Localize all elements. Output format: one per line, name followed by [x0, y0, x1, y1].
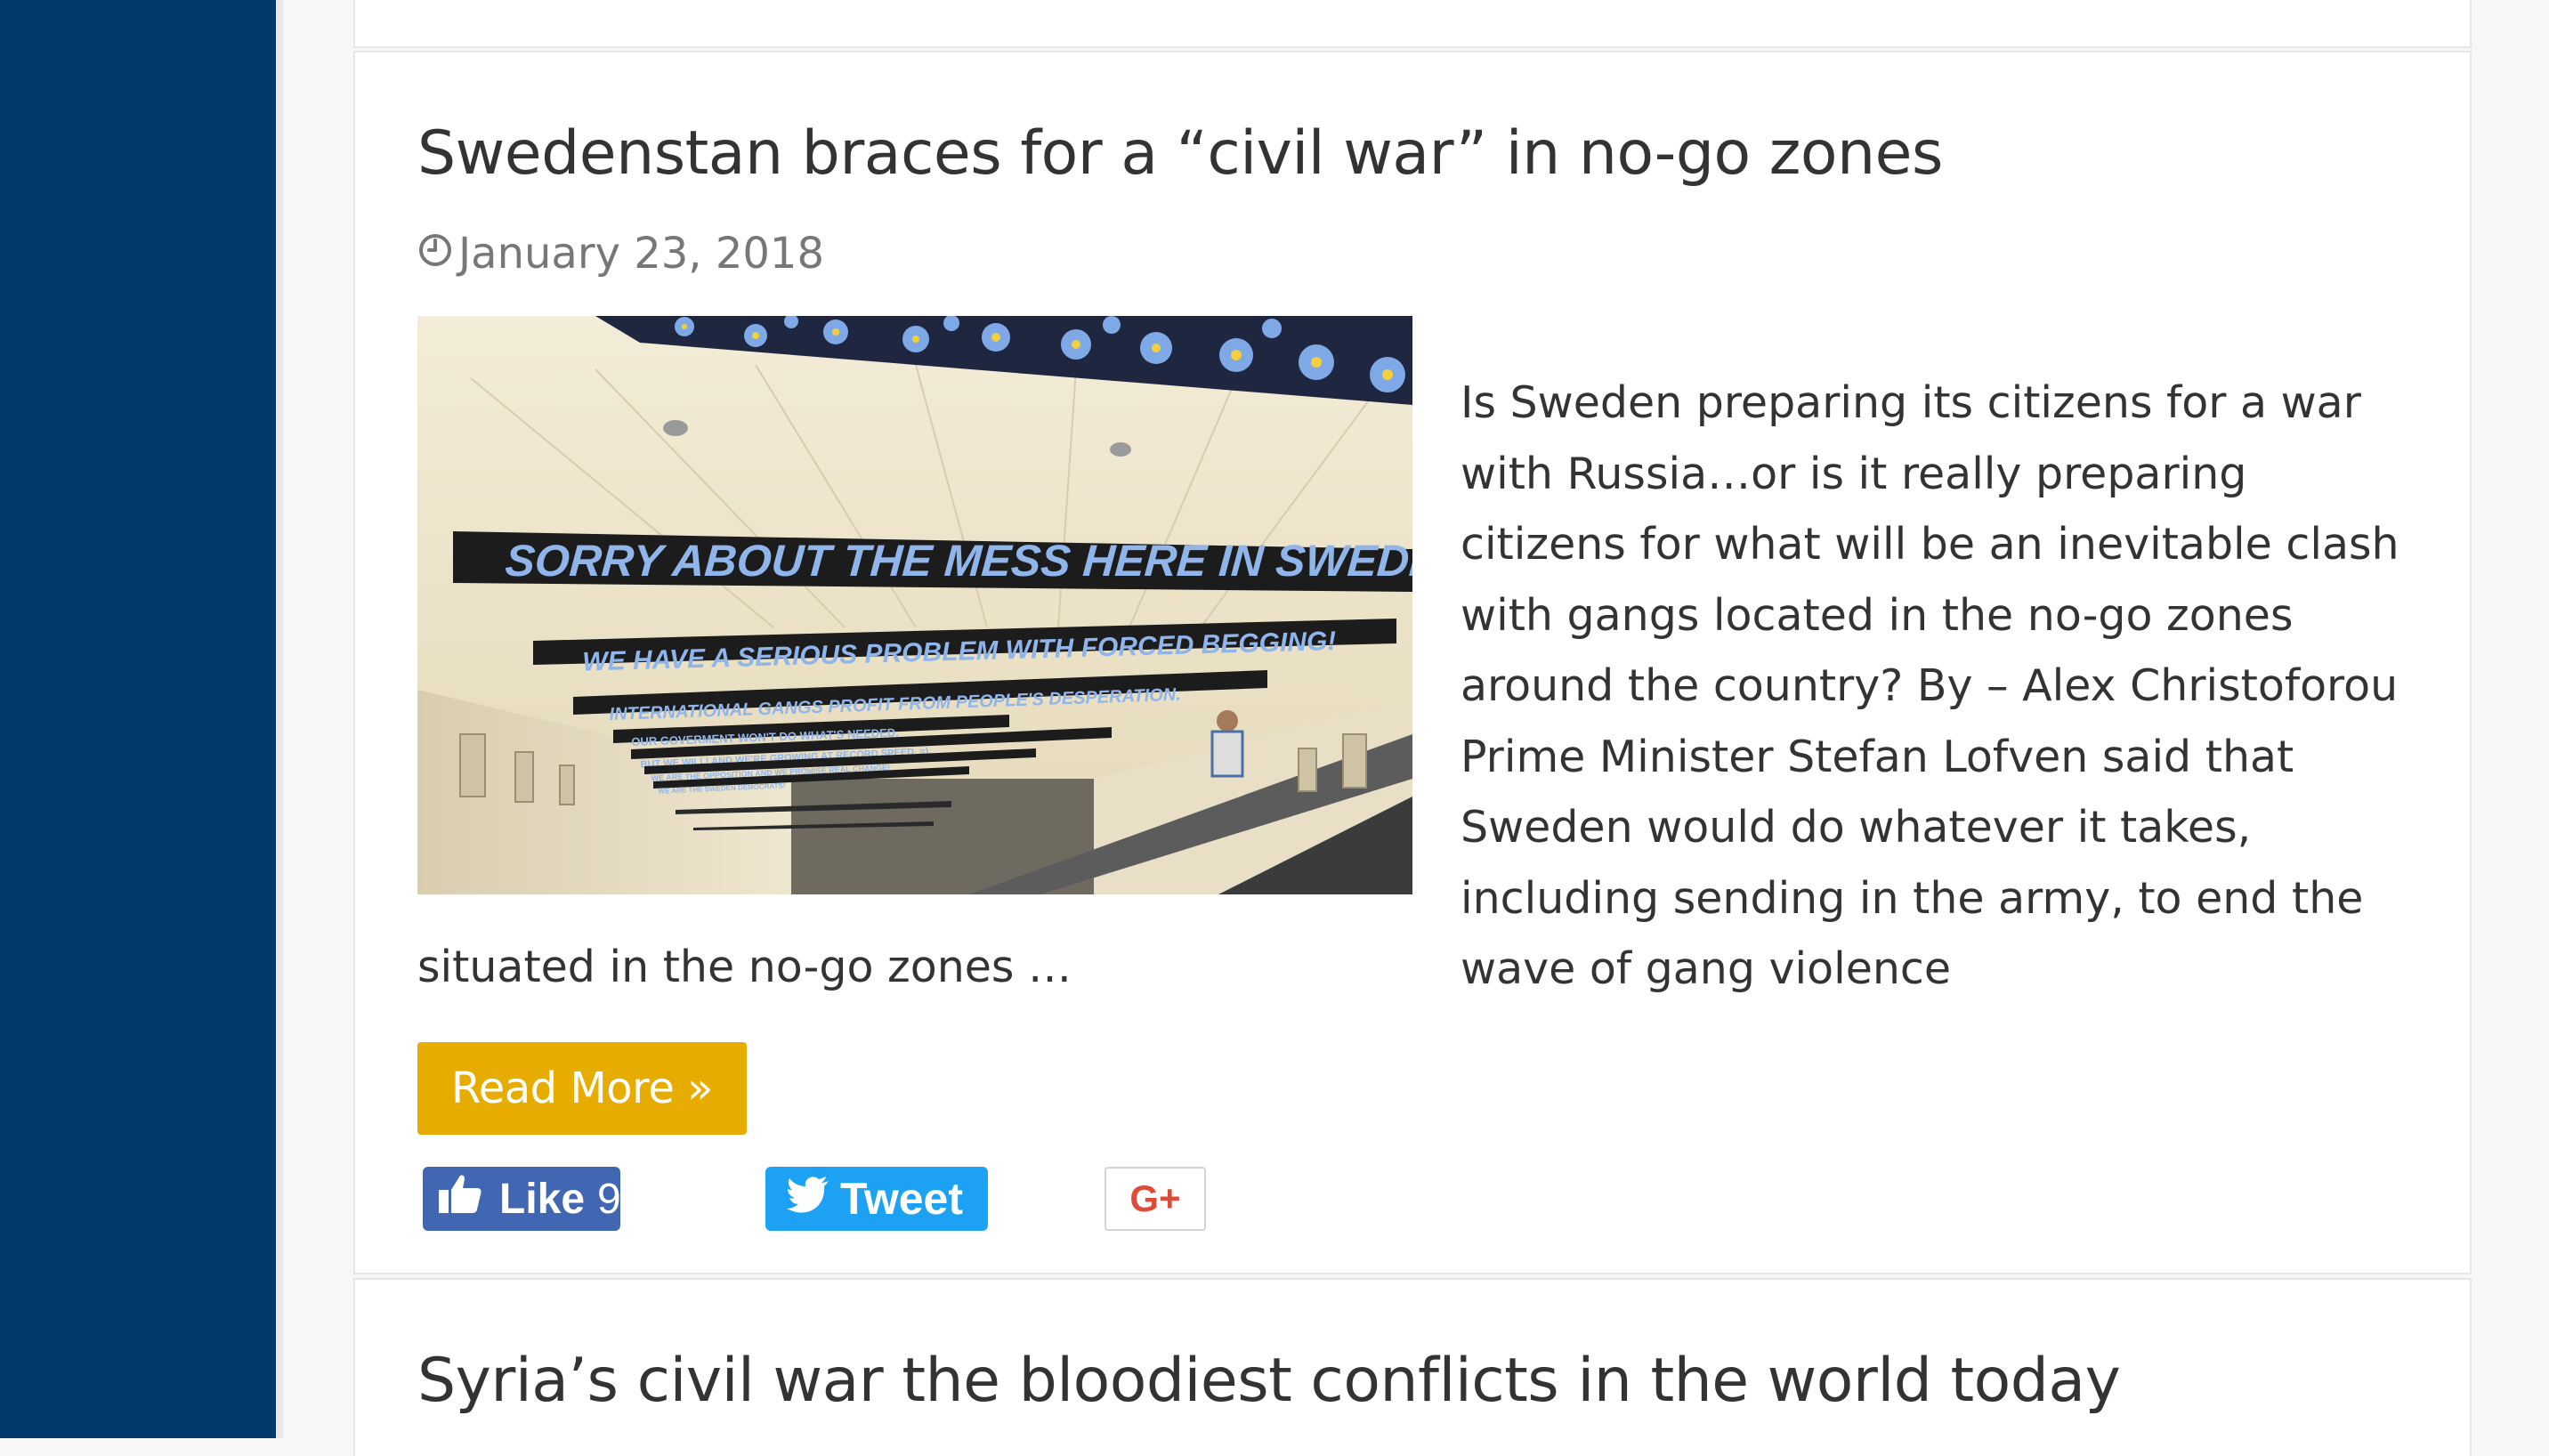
- google-plus-button[interactable]: G+: [1105, 1167, 1206, 1231]
- post-thumbnail-image: SORRY ABOUT THE MESS HERE IN SWEDEN. =) …: [417, 316, 1412, 894]
- tweet-button[interactable]: Tweet: [765, 1167, 988, 1231]
- clock-icon: [417, 227, 453, 280]
- previous-post-card: [353, 0, 2472, 48]
- post-excerpt: Is Sweden preparing its citizens for a w…: [1461, 377, 2399, 994]
- left-sidebar-bar: [0, 0, 276, 1438]
- post-excerpt-end: situated in the no-go zones …: [417, 942, 1072, 992]
- sidebar-edge: [276, 0, 283, 1438]
- next-post-title[interactable]: Syria’s civil war the bloodiest conflict…: [417, 1342, 2121, 1420]
- google-plus-icon: G+: [1129, 1177, 1181, 1219]
- facebook-like-button[interactable]: Like 91: [423, 1167, 644, 1231]
- banner-1: SORRY ABOUT THE MESS HERE IN SWEDEN. =): [504, 536, 1412, 586]
- twitter-bird-icon: [787, 1173, 840, 1225]
- read-more-button[interactable]: Read More »: [417, 1042, 747, 1135]
- thumbs-up-icon: [437, 1172, 499, 1225]
- tweet-label: Tweet: [840, 1174, 963, 1224]
- post-card: Swedenstan braces for a “civil war” in n…: [353, 51, 2472, 1274]
- post-title[interactable]: Swedenstan braces for a “civil war” in n…: [417, 115, 1943, 193]
- post-thumbnail[interactable]: SORRY ABOUT THE MESS HERE IN SWEDEN. =) …: [417, 316, 1412, 894]
- like-label: Like: [499, 1175, 586, 1223]
- post-date: January 23, 2018: [458, 229, 824, 279]
- next-post-card: Syria’s civil war the bloodiest conflict…: [353, 1278, 2472, 1456]
- post-meta: January 23, 2018: [417, 227, 824, 280]
- like-count: 91: [597, 1175, 645, 1223]
